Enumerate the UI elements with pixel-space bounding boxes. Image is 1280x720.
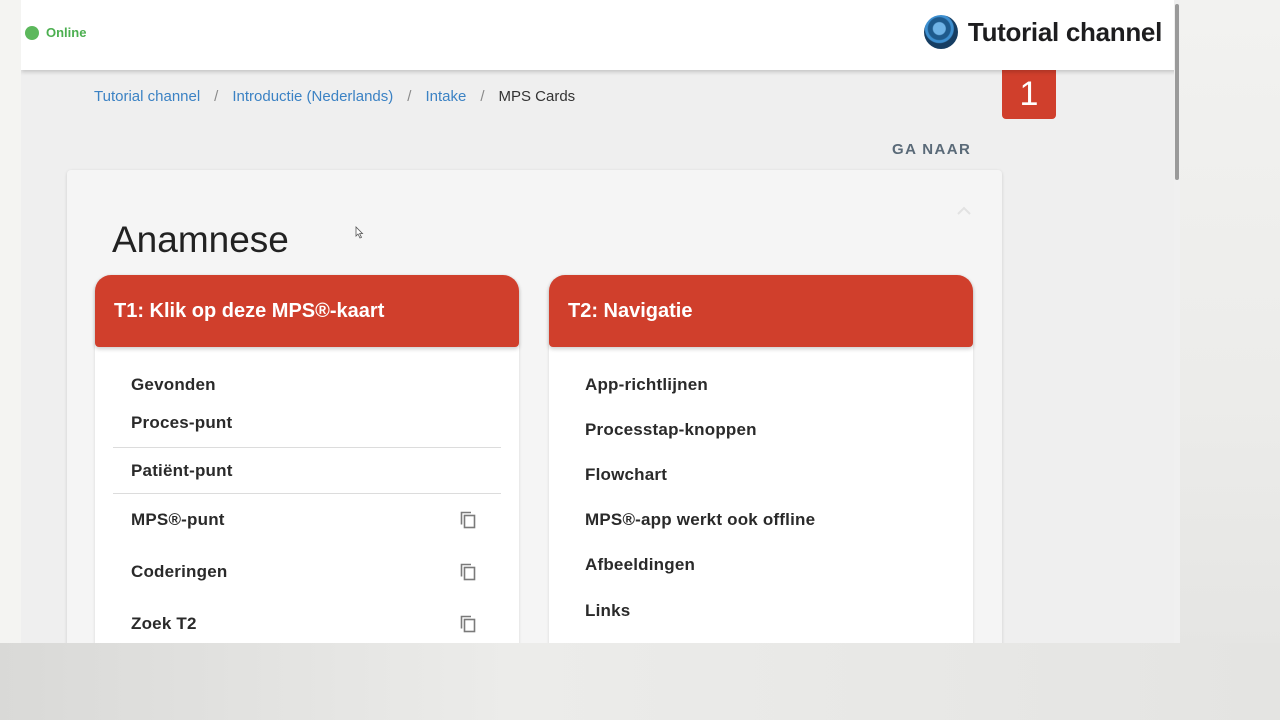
chevron-up-icon[interactable] bbox=[956, 206, 972, 216]
list-item-links[interactable]: Links bbox=[567, 581, 955, 643]
list-item-label: MPS®-punt bbox=[131, 510, 225, 529]
breadcrumb-separator: / bbox=[480, 88, 485, 105]
list-item-offline[interactable]: MPS®-app werkt ook offline bbox=[567, 491, 955, 536]
list-item-mps-punt[interactable]: MPS®-punt bbox=[113, 494, 501, 546]
breadcrumb-link-tutorial-channel[interactable]: Tutorial channel bbox=[94, 88, 200, 105]
list-item-label: Flowchart bbox=[585, 465, 668, 484]
list-item-label: Afbeeldingen bbox=[585, 555, 696, 574]
step-badge: 1 bbox=[1002, 70, 1056, 119]
panel-title: Anamnese bbox=[112, 218, 289, 260]
breadcrumb-separator: / bbox=[214, 88, 219, 105]
list-item-coderingen[interactable]: Coderingen bbox=[113, 546, 501, 598]
card-header-t2[interactable]: T2: Navigatie bbox=[549, 275, 973, 347]
backdrop-bottom bbox=[0, 643, 1280, 720]
copy-icon[interactable] bbox=[459, 510, 477, 530]
goto-button[interactable]: GA NAAR bbox=[892, 141, 971, 158]
connection-status: Online bbox=[25, 25, 86, 40]
breadcrumb: Tutorial channel / Introductie (Nederlan… bbox=[94, 88, 575, 105]
list-item-label: Gevonden bbox=[131, 375, 216, 394]
list-item-label: Links bbox=[585, 601, 631, 620]
breadcrumb-current: MPS Cards bbox=[498, 88, 576, 105]
anamnese-panel: Anamnese T1: Klik op deze MPS®-kaart Gev… bbox=[67, 170, 1002, 643]
copy-icon[interactable] bbox=[459, 614, 477, 634]
status-dot-icon bbox=[25, 25, 39, 40]
app-window: Online Tutorial channel 1 Tutorial chann… bbox=[21, 0, 1180, 643]
list-item-patient-punt[interactable]: Patiënt-punt bbox=[113, 448, 501, 494]
list-item-label: MPS®-app werkt ook offline bbox=[585, 510, 816, 529]
list-item-app-richtlijnen[interactable]: App-richtlijnen bbox=[567, 369, 955, 401]
backdrop-right bbox=[1180, 0, 1280, 720]
card-header-t1[interactable]: T1: Klik op deze MPS®-kaart bbox=[95, 275, 519, 347]
logo-icon bbox=[923, 15, 958, 49]
breadcrumb-link-introductie[interactable]: Introductie (Nederlands) bbox=[232, 88, 393, 105]
scrollbar[interactable] bbox=[1174, 0, 1180, 643]
card-items-t1: Gevonden Proces-punt Patiënt-punt MPS®-p… bbox=[95, 347, 519, 643]
list-item-zoek-t2[interactable]: Zoek T2 bbox=[113, 598, 501, 643]
copy-icon[interactable] bbox=[459, 562, 477, 582]
mps-card-t2[interactable]: T2: Navigatie App-richtlijnen Processtap… bbox=[549, 275, 973, 643]
list-item-flowchart[interactable]: Flowchart bbox=[567, 446, 955, 491]
list-item-label: Proces-punt bbox=[131, 413, 233, 432]
list-item-proces-punt[interactable]: Proces-punt bbox=[113, 401, 501, 448]
mouse-pointer-icon bbox=[355, 226, 364, 239]
brand-name: Tutorial channel bbox=[967, 16, 1162, 47]
list-item-label: Zoek T2 bbox=[131, 614, 197, 633]
breadcrumb-separator: / bbox=[407, 88, 412, 105]
list-item-label: Coderingen bbox=[131, 562, 228, 581]
status-label: Online bbox=[46, 25, 87, 40]
list-item-gevonden[interactable]: Gevonden bbox=[113, 369, 501, 401]
mps-card-t1[interactable]: T1: Klik op deze MPS®-kaart Gevonden Pro… bbox=[95, 275, 519, 643]
scrollbar-thumb[interactable] bbox=[1175, 4, 1179, 180]
list-item-processtap-knoppen[interactable]: Processtap-knoppen bbox=[567, 401, 955, 446]
breadcrumb-link-intake[interactable]: Intake bbox=[425, 88, 466, 105]
list-item-label: Processtap-knoppen bbox=[585, 420, 757, 439]
list-item-label: Patiënt-punt bbox=[131, 460, 233, 480]
top-bar: Online Tutorial channel bbox=[21, 0, 1180, 70]
backdrop-left bbox=[0, 0, 21, 643]
brand[interactable]: Tutorial channel bbox=[923, 15, 1162, 49]
card-items-t2: App-richtlijnen Processtap-knoppen Flowc… bbox=[549, 347, 973, 643]
list-item-label: App-richtlijnen bbox=[585, 375, 708, 394]
list-item-afbeeldingen[interactable]: Afbeeldingen bbox=[567, 536, 955, 581]
